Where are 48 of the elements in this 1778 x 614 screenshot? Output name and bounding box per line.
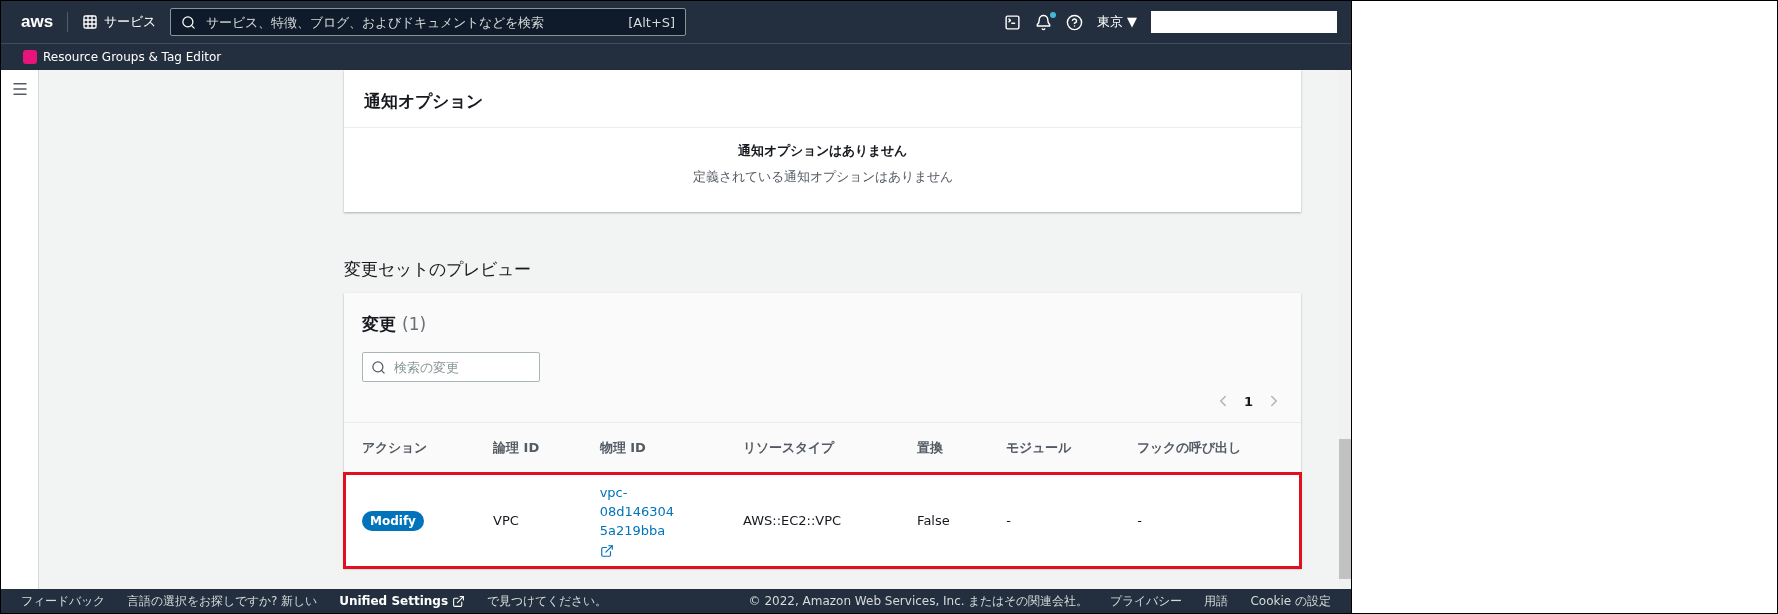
column-header: 物理 ID <box>581 422 725 473</box>
action-badge: Modify <box>362 511 424 531</box>
footer-link[interactable]: 用語 <box>1204 592 1229 610</box>
grid-icon <box>82 14 99 30</box>
shortcut-hint: [Alt+S] <box>628 14 676 30</box>
card-title: 通知オプション <box>364 91 483 111</box>
feedback-link[interactable]: フィードバック <box>21 592 105 610</box>
table-cell: VPC <box>475 473 582 568</box>
search-icon <box>181 14 197 30</box>
empty-text: 定義されている通知オプションはありません <box>692 168 953 186</box>
search-icon <box>371 359 386 375</box>
column-header: モジュール <box>988 422 1120 473</box>
physical-id-link[interactable]: vpc- 08d146304 5a219bba <box>599 483 707 558</box>
account-field[interactable] <box>1151 11 1337 33</box>
section-heading: 変更セットのプレビュー <box>344 258 532 281</box>
language-suffix: で見つけてください。 <box>487 592 608 610</box>
logo[interactable]: aws <box>21 12 69 32</box>
external-link-icon <box>452 594 466 608</box>
table-cell: - <box>1119 473 1301 568</box>
table-cell: - <box>988 473 1120 568</box>
card-title: 変更 <box>362 313 396 336</box>
search-input[interactable]: サービス、特徴、ブログ、およびドキュメントなどを検索 <box>204 13 621 31</box>
scrollbar-thumb[interactable] <box>1339 439 1351 579</box>
table-cell: AWS::EC2::VPC <box>724 473 900 568</box>
unified-settings-link[interactable]: Unified Settings <box>339 594 449 608</box>
page-number[interactable]: 1 <box>1243 393 1253 409</box>
region-menu[interactable]: 東京 ▼ <box>1096 13 1137 31</box>
terminal-icon[interactable] <box>1003 13 1021 31</box>
search-field[interactable]: 検索の変更 <box>362 352 540 382</box>
service-link[interactable]: Resource Groups & Tag Editor <box>43 50 222 64</box>
empty-title: 通知オプションはありません <box>738 142 907 160</box>
footer-link[interactable]: Cookie の設定 <box>1250 592 1331 610</box>
services-menu[interactable]: サービス <box>82 13 157 31</box>
table-cell: False <box>899 473 989 568</box>
help-icon[interactable] <box>1065 13 1083 31</box>
search-field[interactable]: サービス、特徴、ブログ、およびドキュメントなどを検索 [Alt+S] <box>170 8 687 36</box>
language-prompt: 言語の選択をお探しですか? 新しい <box>127 592 318 610</box>
column-header: 置換 <box>899 422 989 473</box>
column-header: アクション <box>344 422 476 473</box>
external-link-icon[interactable] <box>599 544 614 558</box>
menu-icon[interactable] <box>10 80 29 98</box>
column-header: 論理 ID <box>475 422 582 473</box>
footer-link[interactable]: プライバシー <box>1110 592 1183 610</box>
copyright: © 2022, Amazon Web Services, Inc. またはその関連会社。 <box>748 592 1089 610</box>
count: (1) <box>402 314 427 334</box>
column-header: リソースタイプ <box>724 422 900 473</box>
column-header: フックの呼び出し <box>1119 422 1301 473</box>
service-icon <box>23 50 37 64</box>
